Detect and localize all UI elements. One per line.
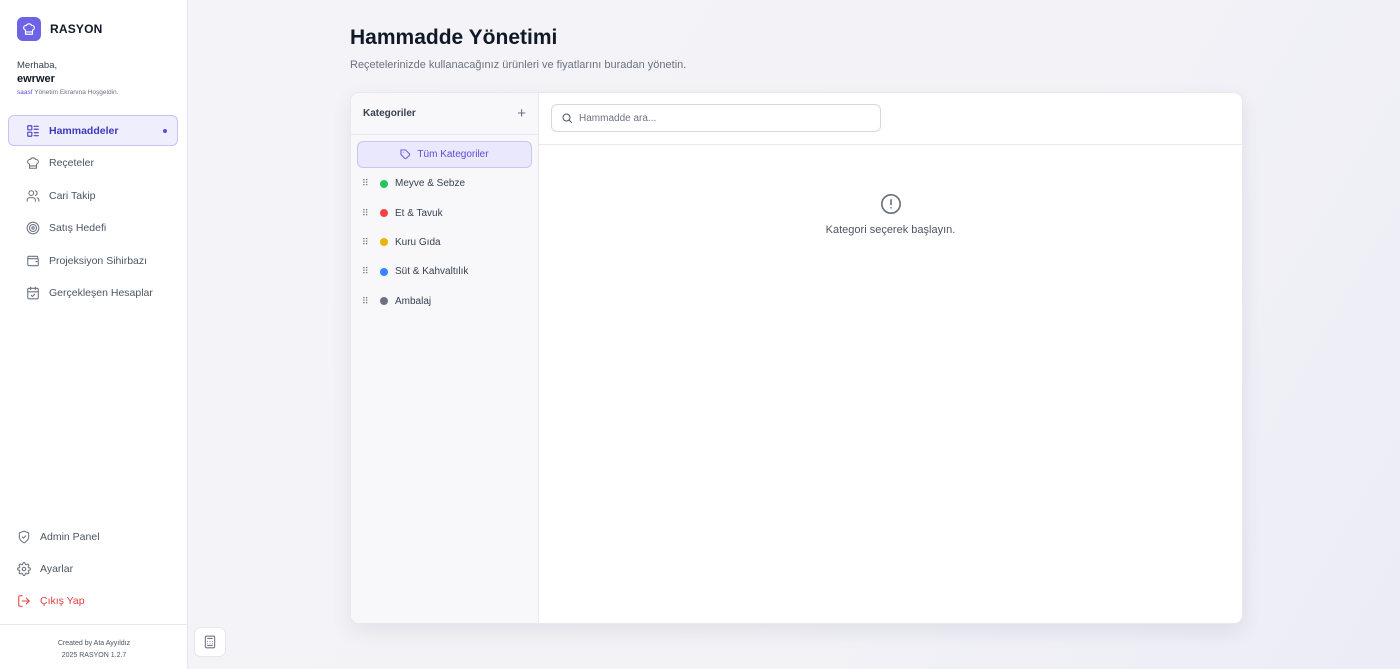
category-color-dot [380, 238, 388, 247]
drag-handle-icon[interactable]: ⠿ [362, 237, 369, 247]
nav-item-receteler[interactable]: Reçeteler [8, 148, 178, 179]
greeting: Merhaba, ewrwer saasf Yönetim Ekranına H… [17, 60, 118, 96]
add-category-button[interactable]: + [517, 106, 526, 121]
alert-circle-icon [539, 193, 1242, 215]
category-header-title: Kategoriler [363, 108, 416, 119]
nav-item-gerceklesen[interactable]: Gerçekleşen Hesaplar [8, 278, 178, 309]
drag-handle-icon[interactable]: ⠿ [362, 296, 369, 306]
search-icon [561, 112, 573, 124]
sidebar: RASYON Merhaba, ewrwer saasf Yönetim Ekr… [0, 0, 188, 669]
category-all-label: Tüm Kategoriler [417, 149, 489, 160]
footer-version: 2025 RASYON 1.2.7 [61, 652, 127, 659]
shield-icon [17, 530, 31, 544]
material-panel: Kategoriler + Tüm Kategoriler ⠿ Meyve & … [350, 92, 1243, 624]
category-list: ⠿ Meyve & Sebze ⠿ Et & Tavuk ⠿ Kuru Gıda… [351, 169, 538, 316]
greeting-username: ewrwer [17, 73, 55, 85]
chef-hat-logo-icon [17, 17, 41, 41]
category-all[interactable]: Tüm Kategoriler [357, 141, 532, 168]
category-item[interactable]: ⠿ Meyve & Sebze [351, 169, 538, 198]
nav-label: Cari Takip [49, 189, 96, 202]
greeting-welcome: Yönetim Ekranına Hoşgeldin. [32, 89, 119, 96]
nav-label: Hammaddeler [49, 124, 119, 137]
active-indicator [163, 128, 167, 133]
nav-item-ayarlar[interactable]: Ayarlar [8, 553, 178, 585]
tag-icon [400, 149, 411, 160]
category-label: Kuru Gıda [395, 236, 441, 248]
footer-credit: Created by Ata Ayyıldız [57, 640, 131, 647]
nav-item-hammaddeler[interactable]: Hammaddeler [8, 115, 178, 146]
category-item[interactable]: ⠿ Kuru Gıda [351, 228, 538, 257]
sidebar-footer: Created by Ata Ayyıldız 2025 RASYON 1.2.… [0, 624, 188, 669]
list-icon [26, 124, 40, 138]
category-label: Meyve & Sebze [395, 178, 466, 190]
calculator-icon [203, 635, 217, 649]
category-color-dot [380, 267, 388, 276]
category-item[interactable]: ⠿ Süt & Kahvaltılık [351, 257, 538, 286]
nav-item-cari-takip[interactable]: Cari Takip [8, 180, 178, 211]
category-sidebar: Kategoriler + Tüm Kategoriler ⠿ Meyve & … [351, 93, 539, 623]
nav-label: Gerçekleşen Hesaplar [49, 287, 153, 299]
bottom-nav: Admin Panel Ayarlar Çıkış Yap [8, 521, 178, 617]
drag-handle-icon[interactable]: ⠿ [362, 208, 369, 218]
nav-label: Projeksiyon Sihirbazı [49, 254, 148, 267]
greeting-subtext: saasf Yönetim Ekranına Hoşgeldin. [17, 89, 118, 96]
nav-item-satis-hedefi[interactable]: Satış Hedefi [8, 213, 178, 244]
search-box[interactable] [551, 104, 881, 132]
category-color-dot [380, 297, 388, 306]
nav-label: Admin Panel [40, 531, 100, 543]
material-content: Kategori seçerek başlayın. [539, 93, 1242, 623]
category-header: Kategoriler + [351, 93, 538, 135]
search-bar [539, 93, 1242, 145]
greeting-hello: Merhaba, [17, 60, 58, 71]
nav-label: Reçeteler [49, 157, 94, 169]
empty-state-message: Kategori seçerek başlayın. [825, 224, 956, 236]
logout-icon [17, 594, 31, 608]
page-subtitle: Reçetelerinizde kullanacağınız ürünleri … [350, 59, 687, 71]
wallet-icon [26, 254, 40, 268]
category-color-dot [380, 179, 388, 188]
brand[interactable]: RASYON [17, 17, 103, 41]
calculator-button[interactable] [194, 627, 226, 657]
nav-label: Çıkış Yap [40, 595, 85, 607]
search-input[interactable] [579, 112, 859, 124]
category-color-dot [380, 209, 388, 218]
category-label: Ambalaj [395, 295, 432, 307]
page-title: Hammadde Yönetimi [350, 26, 558, 49]
category-item[interactable]: ⠿ Ambalaj [351, 287, 538, 316]
nav-label: Ayarlar [40, 563, 74, 575]
logout-button[interactable]: Çıkış Yap [8, 585, 178, 617]
category-label: Et & Tavuk [395, 207, 443, 219]
gear-icon [17, 562, 31, 576]
category-item[interactable]: ⠿ Et & Tavuk [351, 198, 538, 227]
greeting-org: saasf [17, 89, 33, 96]
nav-item-admin-panel[interactable]: Admin Panel [8, 521, 178, 553]
empty-state: Kategori seçerek başlayın. [539, 193, 1242, 236]
main-nav: Hammaddeler Reçeteler Cari Takip Satış H… [8, 115, 178, 310]
brand-name: RASYON [50, 22, 103, 36]
chef-hat-icon [26, 156, 40, 170]
nav-label: Satış Hedefi [49, 222, 107, 234]
nav-item-projeksiyon[interactable]: Projeksiyon Sihirbazı [8, 245, 178, 276]
drag-handle-icon[interactable]: ⠿ [362, 179, 369, 188]
target-icon [26, 221, 40, 235]
users-icon [26, 189, 40, 203]
drag-handle-icon[interactable]: ⠿ [362, 267, 369, 276]
category-label: Süt & Kahvaltılık [395, 266, 469, 278]
calendar-check-icon [26, 286, 40, 300]
